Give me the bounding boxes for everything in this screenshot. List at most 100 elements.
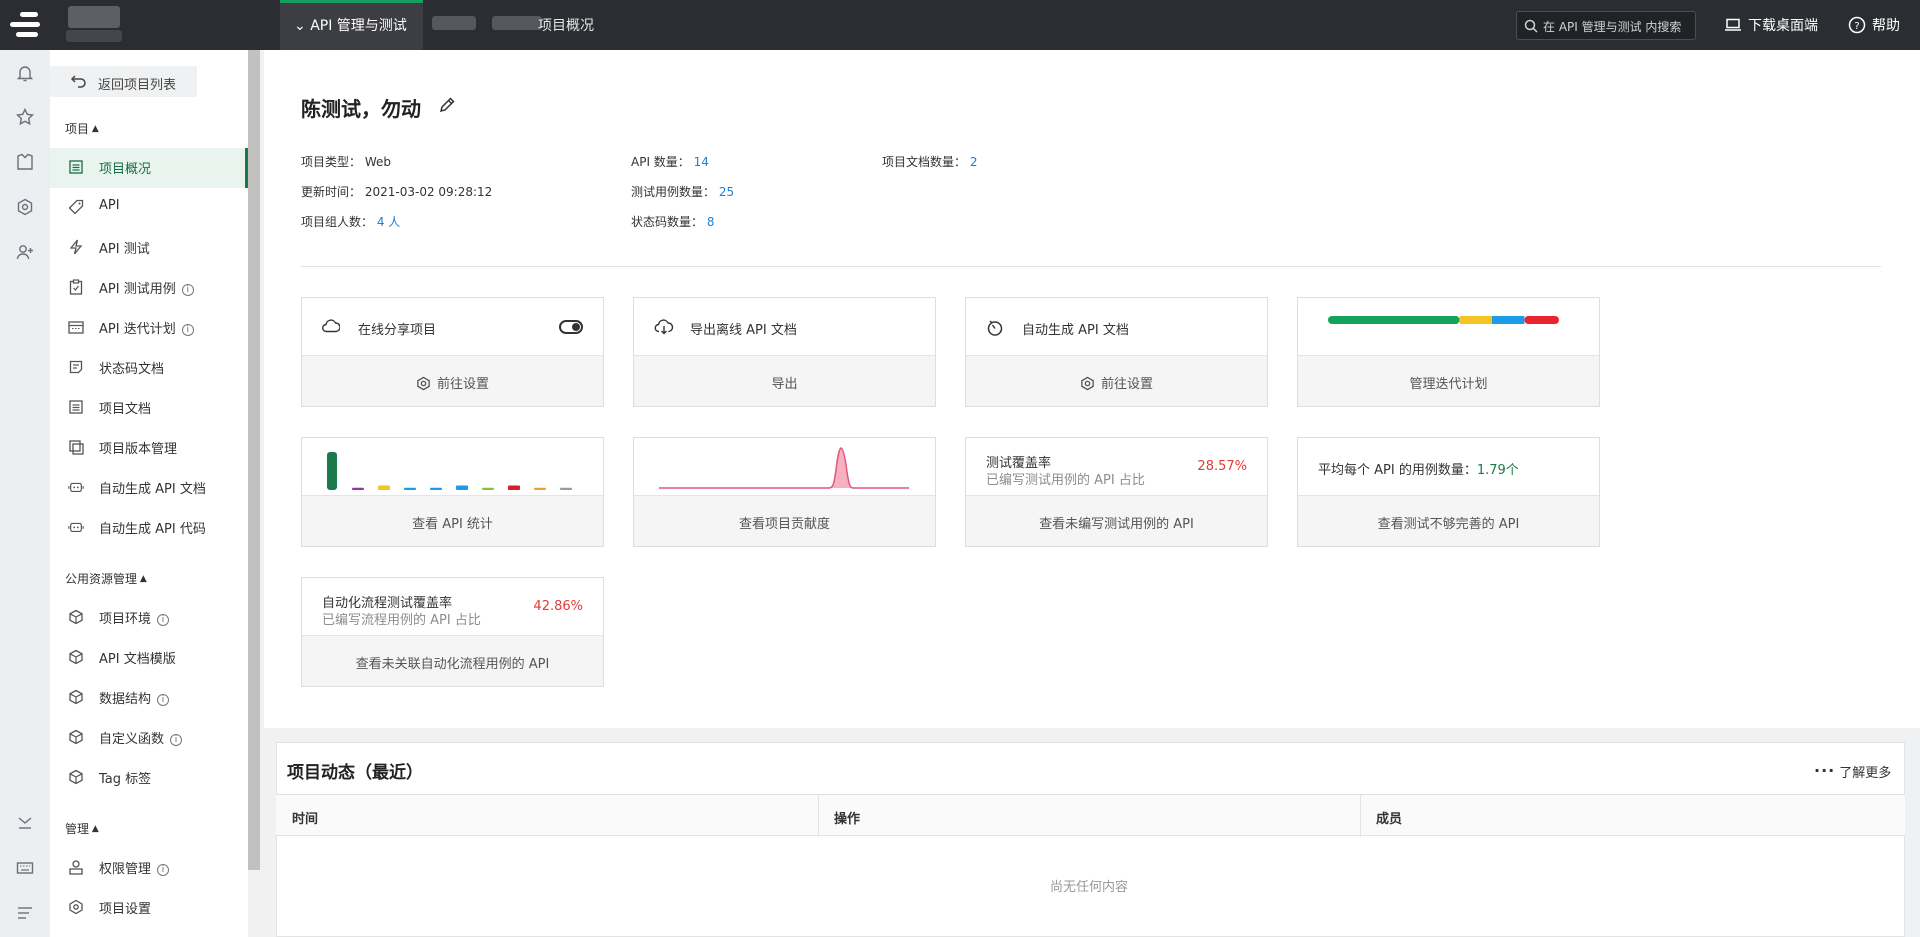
status-code-count-value[interactable]: 8	[707, 215, 715, 229]
breadcrumb-current[interactable]: 项目概况	[538, 15, 594, 35]
share-settings-button[interactable]: 前往设置	[302, 356, 603, 406]
sidebar-item-overview[interactable]: 项目概况	[50, 148, 248, 188]
view-unlinked-flow-api-button[interactable]: 查看未关联自动化流程用例的 API	[302, 636, 603, 686]
add-user-icon[interactable]	[14, 241, 36, 263]
sidebar-item-api-iteration-plan[interactable]: API 迭代计划 i	[50, 308, 248, 348]
column-divider	[818, 795, 819, 837]
info-icon[interactable]: i	[157, 614, 170, 626]
learn-more-link[interactable]: ··· 了解更多	[1814, 761, 1891, 781]
sidebar-item-environment[interactable]: 项目环境 i	[50, 598, 248, 638]
member-count-value[interactable]: 4 人	[377, 215, 400, 229]
edit-icon[interactable]	[438, 96, 456, 118]
settings-icon	[417, 376, 430, 391]
settings-icon[interactable]	[14, 196, 36, 218]
collapse-down-icon[interactable]	[14, 812, 36, 834]
info-icon[interactable]: i	[157, 864, 170, 876]
app-logo[interactable]	[8, 10, 42, 40]
help-icon: ?	[1848, 16, 1866, 34]
test-case-count-label: 测试用例数量：	[631, 185, 716, 199]
sidebar-section-management[interactable]: 管理 ▲	[65, 820, 99, 837]
info-icon[interactable]: i	[181, 284, 194, 296]
cube-icon	[68, 649, 84, 665]
card-header: 自动化流程测试覆盖率 已编写流程用例的 API 占比 42.86%	[302, 578, 603, 636]
sidebar-item-label: API 测试用例	[99, 282, 176, 297]
help-label: 帮助	[1872, 18, 1900, 34]
sidebar-item-permissions[interactable]: 权限管理 i	[50, 848, 248, 888]
cube-icon	[68, 729, 84, 745]
robot-icon	[68, 519, 84, 535]
doc-count-value[interactable]: 2	[970, 155, 978, 169]
share-toggle[interactable]	[559, 320, 583, 334]
scrollbar-thumb[interactable]	[248, 50, 260, 870]
info-icon[interactable]: i	[181, 324, 194, 336]
view-contribution-button[interactable]: 查看项目贡献度	[634, 496, 935, 546]
view-weak-tests-button[interactable]: 查看测试不够完善的 API	[1298, 496, 1599, 546]
api-stats-bar	[404, 487, 416, 490]
card-title: 导出离线 API 文档	[690, 323, 797, 338]
sidebar-scrollbar[interactable]	[248, 50, 260, 937]
iteration-progress-bar	[1328, 316, 1559, 324]
search-placeholder: 在 API 管理与测试 内搜索	[1543, 20, 1682, 34]
blurred-breadcrumb	[492, 16, 542, 30]
sidebar-item-api-test-cases[interactable]: API 测试用例 i	[50, 268, 248, 308]
bell-icon[interactable]	[14, 62, 36, 84]
sidebar-item-project-docs[interactable]: 项目文档	[50, 388, 248, 428]
updated-time-value: 2021-03-02 09:28:12	[364, 185, 493, 199]
api-stats-bar	[430, 487, 442, 490]
sidebar-item-autogen-code[interactable]: 自动生成 API 代码	[50, 508, 248, 548]
updated-time-label: 更新时间：	[301, 185, 362, 199]
sidebar-item-label: 项目设置	[99, 902, 152, 917]
sidebar-section-project[interactable]: 项目 ▲	[65, 120, 99, 137]
menu-icon[interactable]	[14, 902, 36, 924]
download-desktop-button[interactable]: 下载桌面端	[1724, 15, 1818, 35]
card-title: 自动生成 API 文档	[1022, 323, 1129, 338]
api-count-value[interactable]: 14	[694, 155, 709, 169]
sidebar-item-tags[interactable]: Tag 标签	[50, 758, 248, 798]
doc-count: 项目文档数量： 2	[882, 153, 977, 170]
module-tab[interactable]: ⌄ API 管理与测试	[280, 0, 423, 50]
cloud-download-icon	[654, 319, 674, 339]
view-api-stats-button[interactable]: 查看 API 统计	[302, 496, 603, 546]
column-header-action: 操作	[834, 812, 861, 827]
autogen-docs-card: 自动生成 API 文档 前往设置	[965, 297, 1268, 407]
blurred-workspace-name	[68, 6, 120, 28]
project-type: 项目类型： Web	[301, 153, 391, 170]
sidebar-item-version-management[interactable]: 项目版本管理	[50, 428, 248, 468]
sidebar-item-custom-functions[interactable]: 自定义函数 i	[50, 718, 248, 758]
sidebar-item-status-code-docs[interactable]: 状态码文档	[50, 348, 248, 388]
api-stats-bar	[327, 452, 337, 490]
sidebar-item-label: Tag 标签	[99, 772, 152, 787]
keyboard-icon[interactable]	[14, 857, 36, 879]
shirt-icon[interactable]	[14, 151, 36, 173]
sidebar-item-label: 数据结构	[99, 692, 152, 707]
sidebar-item-data-structures[interactable]: 数据结构 i	[50, 678, 248, 718]
card-title: 在线分享项目	[358, 323, 437, 338]
help-button[interactable]: ? 帮助	[1848, 15, 1900, 35]
back-to-projects-button[interactable]: 返回项目列表	[50, 66, 197, 97]
star-icon[interactable]	[14, 106, 36, 128]
sidebar-item-project-settings[interactable]: 项目设置	[50, 888, 248, 928]
search-input[interactable]: 在 API 管理与测试 内搜索	[1516, 11, 1696, 40]
test-case-count-value[interactable]: 25	[719, 185, 734, 199]
info-icon[interactable]: i	[157, 694, 170, 706]
view-uncovered-api-button[interactable]: 查看未编写测试用例的 API	[966, 496, 1267, 546]
iteration-bar-segment	[1459, 316, 1493, 324]
info-icon[interactable]: i	[170, 734, 183, 746]
sidebar-section-shared-resources[interactable]: 公用资源管理 ▲	[65, 570, 147, 587]
autogen-settings-button[interactable]: 前往设置	[966, 356, 1267, 406]
sidebar-item-doc-template[interactable]: API 文档模版	[50, 638, 248, 678]
sidebar-item-api-test[interactable]: API 测试	[50, 228, 248, 268]
search-icon	[1524, 19, 1538, 33]
sidebar-item-label: 权限管理	[99, 862, 152, 877]
manage-iteration-button[interactable]: 管理迭代计划	[1298, 356, 1599, 406]
blurred-workspace-name	[66, 30, 122, 42]
sidebar-item-autogen-docs[interactable]: 自动生成 API 文档	[50, 468, 248, 508]
cube-icon	[68, 769, 84, 785]
chevron-up-icon: ▲	[137, 574, 147, 584]
coverage-percent: 28.57%	[1197, 459, 1247, 474]
cube-icon	[68, 689, 84, 705]
export-button[interactable]: 导出	[634, 356, 935, 406]
card-header: 自动生成 API 文档	[966, 298, 1267, 356]
sidebar-item-api[interactable]: API	[50, 188, 248, 228]
sidebar-item-label: 自动生成 API 代码	[99, 522, 206, 537]
